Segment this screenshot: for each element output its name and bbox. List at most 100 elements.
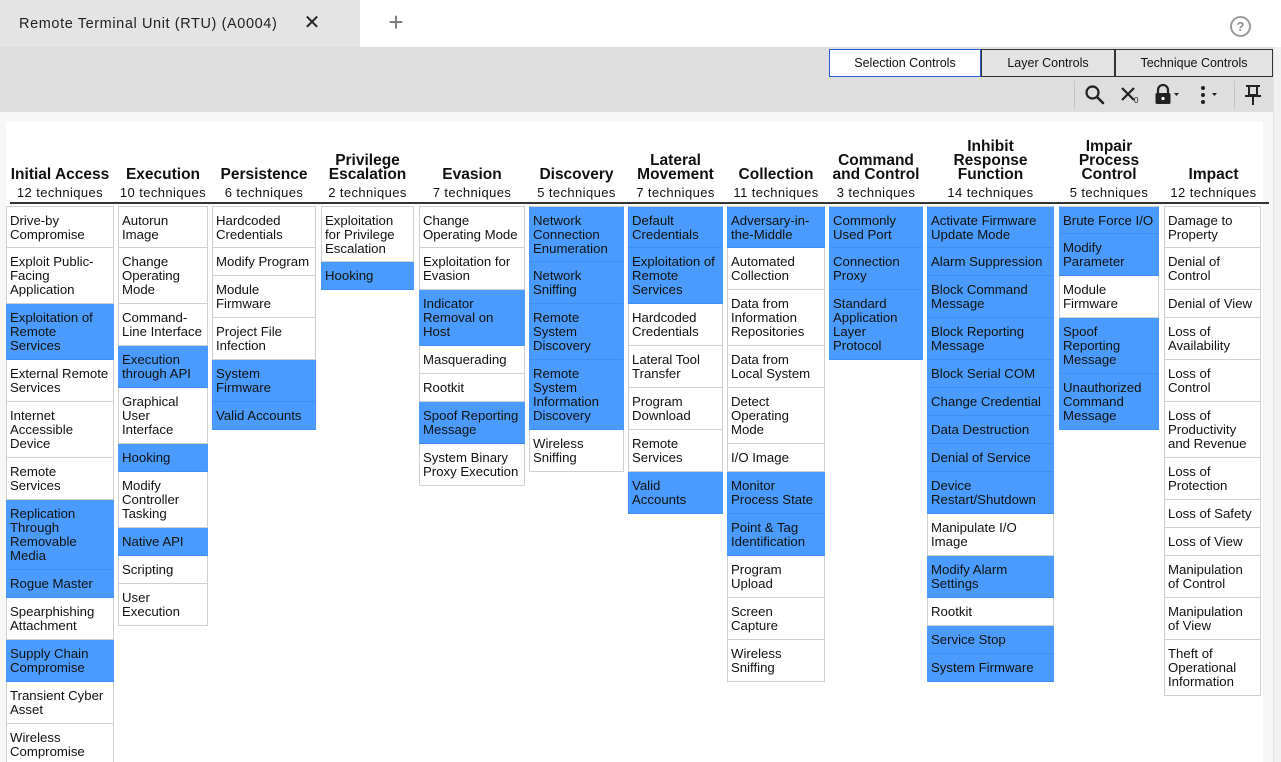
- tactic-header[interactable]: Privilege Escalation 2 techniques: [321, 122, 414, 200]
- tactic-header[interactable]: Persistence 6 techniques: [212, 122, 316, 200]
- technique-cell[interactable]: Modify Alarm Settings: [927, 556, 1054, 598]
- layer-controls-button[interactable]: Layer Controls: [981, 49, 1115, 77]
- technique-cell[interactable]: Valid Accounts: [212, 402, 316, 430]
- technique-cell[interactable]: Denial of Control: [1164, 248, 1261, 290]
- technique-cell[interactable]: Data from Local System: [727, 346, 825, 388]
- pin-icon[interactable]: [1242, 83, 1264, 107]
- more-options-icon[interactable]: [1195, 83, 1221, 107]
- technique-cell[interactable]: Automated Collection: [727, 248, 825, 290]
- clear-selection-icon[interactable]: 0: [1118, 83, 1142, 107]
- technique-cell[interactable]: Adversary-in-the-Middle: [727, 206, 825, 248]
- technique-cell[interactable]: Rootkit: [419, 374, 525, 402]
- technique-cell[interactable]: Native API: [118, 528, 208, 556]
- tactic-header[interactable]: Lateral Movement 7 techniques: [628, 122, 723, 200]
- technique-cell[interactable]: Transient Cyber Asset: [6, 682, 114, 724]
- technique-cell[interactable]: Exploit Public- Facing Application: [6, 248, 114, 304]
- technique-cell[interactable]: Exploitation of Remote Services: [628, 248, 723, 304]
- tactic-header[interactable]: Collection 11 techniques: [727, 122, 825, 200]
- technique-cell[interactable]: Internet Accessible Device: [6, 402, 114, 458]
- technique-cell[interactable]: I/O Image: [727, 444, 825, 472]
- technique-cell[interactable]: Network Sniffing: [529, 262, 624, 304]
- technique-cell[interactable]: Connection Proxy: [829, 248, 923, 290]
- technique-cell[interactable]: Hardcoded Credentials: [212, 206, 316, 248]
- technique-cell[interactable]: Indicator Removal on Host: [419, 290, 525, 346]
- technique-cell[interactable]: Standard Application Layer Protocol: [829, 290, 923, 360]
- technique-cell[interactable]: System Firmware: [212, 360, 316, 402]
- tactic-header[interactable]: Impact 12 techniques: [1164, 122, 1263, 200]
- technique-cell[interactable]: Change Operating Mode: [419, 206, 525, 248]
- technique-cell[interactable]: Hardcoded Credentials: [628, 304, 723, 346]
- technique-cell[interactable]: User Execution: [118, 584, 208, 626]
- technique-cell[interactable]: Spoof Reporting Message: [419, 402, 525, 444]
- technique-cell[interactable]: Hooking: [321, 262, 414, 290]
- technique-cell[interactable]: Program Upload: [727, 556, 825, 598]
- technique-cell[interactable]: Scripting: [118, 556, 208, 584]
- technique-cell[interactable]: Commonly Used Port: [829, 206, 923, 248]
- technique-cell[interactable]: Remote Services: [628, 430, 723, 472]
- technique-cell[interactable]: Modify Controller Tasking: [118, 472, 208, 528]
- technique-cell[interactable]: Manipulation of Control: [1164, 556, 1261, 598]
- technique-cell[interactable]: Screen Capture: [727, 598, 825, 640]
- technique-cell[interactable]: Hooking: [118, 444, 208, 472]
- technique-cell[interactable]: Block Serial COM: [927, 360, 1054, 388]
- technique-cell[interactable]: Lateral Tool Transfer: [628, 346, 723, 388]
- technique-cell[interactable]: Supply Chain Compromise: [6, 640, 114, 682]
- technique-cell[interactable]: System Firmware: [927, 654, 1054, 682]
- tactic-header[interactable]: Impair Process Control 5 techniques: [1059, 122, 1159, 200]
- technique-cell[interactable]: Change Credential: [927, 388, 1054, 416]
- technique-cell[interactable]: Network Connection Enumeration: [529, 206, 624, 262]
- technique-cell[interactable]: Loss of Productivity and Revenue: [1164, 402, 1261, 458]
- technique-cell[interactable]: Theft of Operational Information: [1164, 640, 1261, 696]
- technique-cell[interactable]: Manipulate I/O Image: [927, 514, 1054, 556]
- technique-cell[interactable]: Loss of Safety: [1164, 500, 1261, 528]
- technique-cell[interactable]: Valid Accounts: [628, 472, 723, 514]
- technique-cell[interactable]: Command- Line Interface: [118, 304, 208, 346]
- technique-cell[interactable]: Masquerading: [419, 346, 525, 374]
- tactic-header[interactable]: Evasion 7 techniques: [419, 122, 525, 200]
- technique-cell[interactable]: Block Command Message: [927, 276, 1054, 318]
- technique-cell[interactable]: Default Credentials: [628, 206, 723, 248]
- technique-controls-button[interactable]: Technique Controls: [1115, 49, 1273, 77]
- tab-close-icon[interactable]: ✕: [303, 13, 321, 33]
- technique-cell[interactable]: Rogue Master: [6, 570, 114, 598]
- technique-cell[interactable]: Spearphishing Attachment: [6, 598, 114, 640]
- technique-cell[interactable]: Module Firmware: [1059, 276, 1159, 318]
- technique-cell[interactable]: Activate Firmware Update Mode: [927, 206, 1054, 248]
- tab-remote-terminal-unit[interactable]: Remote Terminal Unit (RTU) (A0004) ✕: [0, 0, 360, 47]
- technique-cell[interactable]: Denial of View: [1164, 290, 1261, 318]
- technique-cell[interactable]: Service Stop: [927, 626, 1054, 654]
- technique-cell[interactable]: Loss of Control: [1164, 360, 1261, 402]
- technique-cell[interactable]: Exploitation for Privilege Escalation: [321, 206, 414, 262]
- technique-cell[interactable]: Device Restart/Shutdown: [927, 472, 1054, 514]
- tactic-header[interactable]: Initial Access 12 techniques: [6, 122, 114, 200]
- lock-icon[interactable]: [1152, 83, 1180, 107]
- tactic-header[interactable]: Command and Control 3 techniques: [829, 122, 923, 200]
- tactic-header[interactable]: Execution 10 techniques: [118, 122, 208, 200]
- technique-cell[interactable]: Wireless Compromise: [6, 724, 114, 762]
- technique-cell[interactable]: Wireless Sniffing: [727, 640, 825, 682]
- technique-cell[interactable]: Monitor Process State: [727, 472, 825, 514]
- technique-cell[interactable]: Project File Infection: [212, 318, 316, 360]
- tactic-header[interactable]: Discovery 5 techniques: [529, 122, 624, 200]
- technique-cell[interactable]: Detect Operating Mode: [727, 388, 825, 444]
- technique-cell[interactable]: Point & Tag Identification: [727, 514, 825, 556]
- technique-cell[interactable]: Modify Program: [212, 248, 316, 276]
- technique-cell[interactable]: Data Destruction: [927, 416, 1054, 444]
- technique-cell[interactable]: External Remote Services: [6, 360, 114, 402]
- search-icon[interactable]: [1084, 83, 1106, 107]
- technique-cell[interactable]: Block Reporting Message: [927, 318, 1054, 360]
- technique-cell[interactable]: Manipulation of View: [1164, 598, 1261, 640]
- technique-cell[interactable]: Change Operating Mode: [118, 248, 208, 304]
- technique-cell[interactable]: Remote System Discovery: [529, 304, 624, 360]
- technique-cell[interactable]: Remote System Information Discovery: [529, 360, 624, 430]
- technique-cell[interactable]: Rootkit: [927, 598, 1054, 626]
- help-icon[interactable]: ?: [1230, 16, 1251, 37]
- technique-cell[interactable]: Alarm Suppression: [927, 248, 1054, 276]
- technique-cell[interactable]: Loss of Protection: [1164, 458, 1261, 500]
- technique-cell[interactable]: Exploitation of Remote Services: [6, 304, 114, 360]
- technique-cell[interactable]: Modify Parameter: [1059, 234, 1159, 276]
- selection-controls-button[interactable]: Selection Controls: [829, 49, 981, 77]
- technique-cell[interactable]: Brute Force I/O: [1059, 206, 1159, 234]
- technique-cell[interactable]: Damage to Property: [1164, 206, 1261, 248]
- technique-cell[interactable]: Autorun Image: [118, 206, 208, 248]
